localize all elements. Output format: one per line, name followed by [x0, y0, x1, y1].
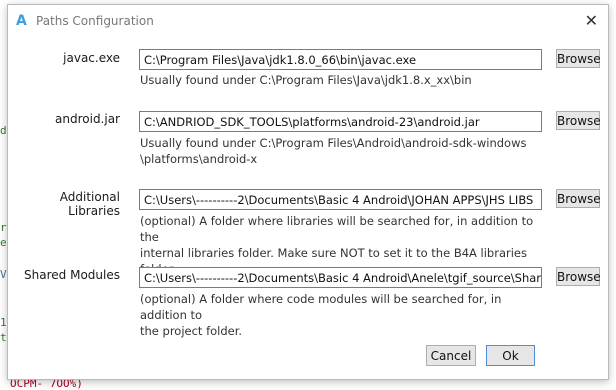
background-code-char: 1: [0, 316, 7, 329]
paths-configuration-dialog: A Paths Configuration ✕ javac.exe Browse…: [7, 4, 609, 380]
background-code-char: e: [0, 236, 7, 249]
javac-label: javac.exe: [63, 51, 120, 65]
ok-button[interactable]: Ok: [486, 345, 535, 366]
cancel-button[interactable]: Cancel: [426, 345, 476, 366]
additional-libraries-path-input[interactable]: [139, 189, 542, 210]
shared-modules-browse-button[interactable]: Browse: [556, 267, 601, 286]
additional-libraries-label: Additional Libraries: [59, 190, 120, 218]
android-jar-label: android.jar: [55, 112, 120, 126]
background-code-char: t: [0, 331, 7, 344]
window-title: Paths Configuration: [36, 14, 154, 28]
hint-line: Usually found under C:\Program Files\And…: [140, 136, 527, 150]
hint-line: (optional) A folder where code modules w…: [140, 292, 502, 322]
shared-modules-hint: (optional) A folder where code modules w…: [140, 291, 550, 339]
close-icon[interactable]: ✕: [585, 11, 598, 30]
background-code-char: r: [0, 221, 7, 234]
background-code-char: d: [0, 124, 7, 137]
additional-libraries-browse-button[interactable]: Browse: [556, 189, 601, 208]
shared-modules-path-input[interactable]: [139, 267, 542, 288]
hint-line: \platforms\android-x: [140, 152, 258, 166]
hint-line: the project folder.: [140, 324, 243, 338]
app-icon: A: [16, 13, 27, 29]
hint-line: Usually found under C:\Program Files\Jav…: [140, 73, 472, 87]
title-bar: A Paths Configuration ✕: [8, 5, 608, 37]
javac-hint: Usually found under C:\Program Files\Jav…: [140, 72, 550, 88]
javac-browse-button[interactable]: Browse: [556, 49, 601, 68]
android-jar-hint: Usually found under C:\Program Files\And…: [140, 135, 550, 167]
shared-modules-label: Shared Modules: [24, 268, 120, 282]
android-jar-path-input[interactable]: [139, 111, 542, 132]
background-code-char: V: [0, 268, 7, 281]
hint-line: (optional) A folder where libraries will…: [140, 214, 534, 244]
android-jar-browse-button[interactable]: Browse: [556, 111, 601, 130]
javac-path-input[interactable]: [139, 49, 542, 70]
